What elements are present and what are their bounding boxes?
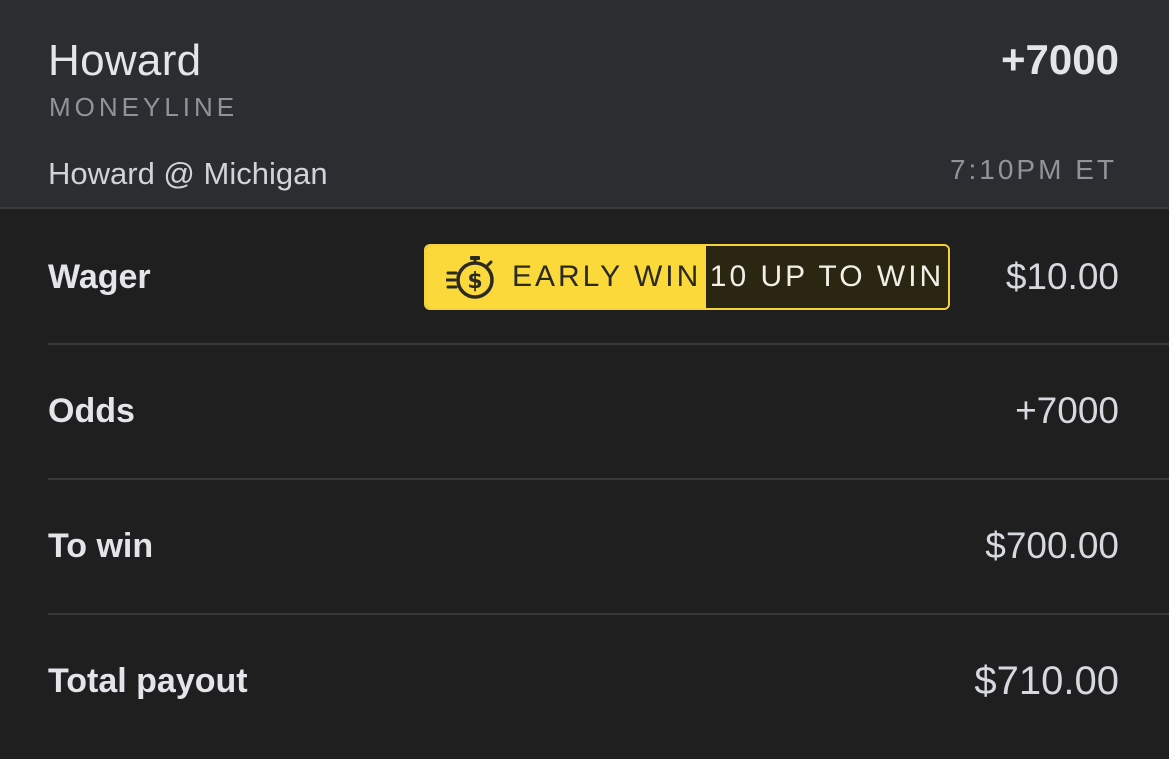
early-win-label-section: $ EARLY WIN: [426, 246, 706, 308]
event-time: 7:10PM ET: [949, 154, 1117, 185]
total-payout-value: $710.00: [974, 658, 1119, 703]
odds-value: +7000: [1015, 390, 1119, 431]
odds-row: Odds +7000: [48, 378, 1169, 444]
early-win-condition: 10 UP TO WIN: [709, 260, 945, 293]
stopwatch-dollar-icon: $: [446, 256, 494, 299]
svg-text:$: $: [467, 269, 482, 294]
to-win-label: To win: [48, 526, 154, 565]
odds-label: Odds: [48, 391, 135, 430]
early-win-label: EARLY WIN: [512, 260, 702, 293]
row-divider: [48, 343, 1169, 345]
wager-label: Wager: [48, 257, 151, 296]
market-type: MONEYLINE: [49, 92, 239, 122]
total-payout-label: Total payout: [48, 661, 248, 700]
event-name: Howard @ Michigan: [48, 156, 328, 191]
early-win-badge[interactable]: $ EARLY WIN 10 UP TO WIN: [424, 244, 950, 310]
early-win-condition-section: 10 UP TO WIN: [706, 246, 948, 308]
total-payout-row: Total payout $710.00: [48, 648, 1169, 714]
to-win-value: $700.00: [985, 525, 1119, 566]
bet-slip-card: Howard MONEYLINE +7000 Howard @ Michigan…: [0, 0, 1169, 759]
bet-header: Howard MONEYLINE +7000 Howard @ Michigan…: [0, 0, 1169, 209]
row-divider: [48, 613, 1169, 615]
wager-value: $10.00: [1005, 256, 1119, 297]
header-odds: +7000: [1001, 36, 1119, 83]
selection-name: Howard: [48, 36, 202, 85]
to-win-row: To win $700.00: [48, 513, 1169, 579]
row-divider: [48, 478, 1169, 480]
